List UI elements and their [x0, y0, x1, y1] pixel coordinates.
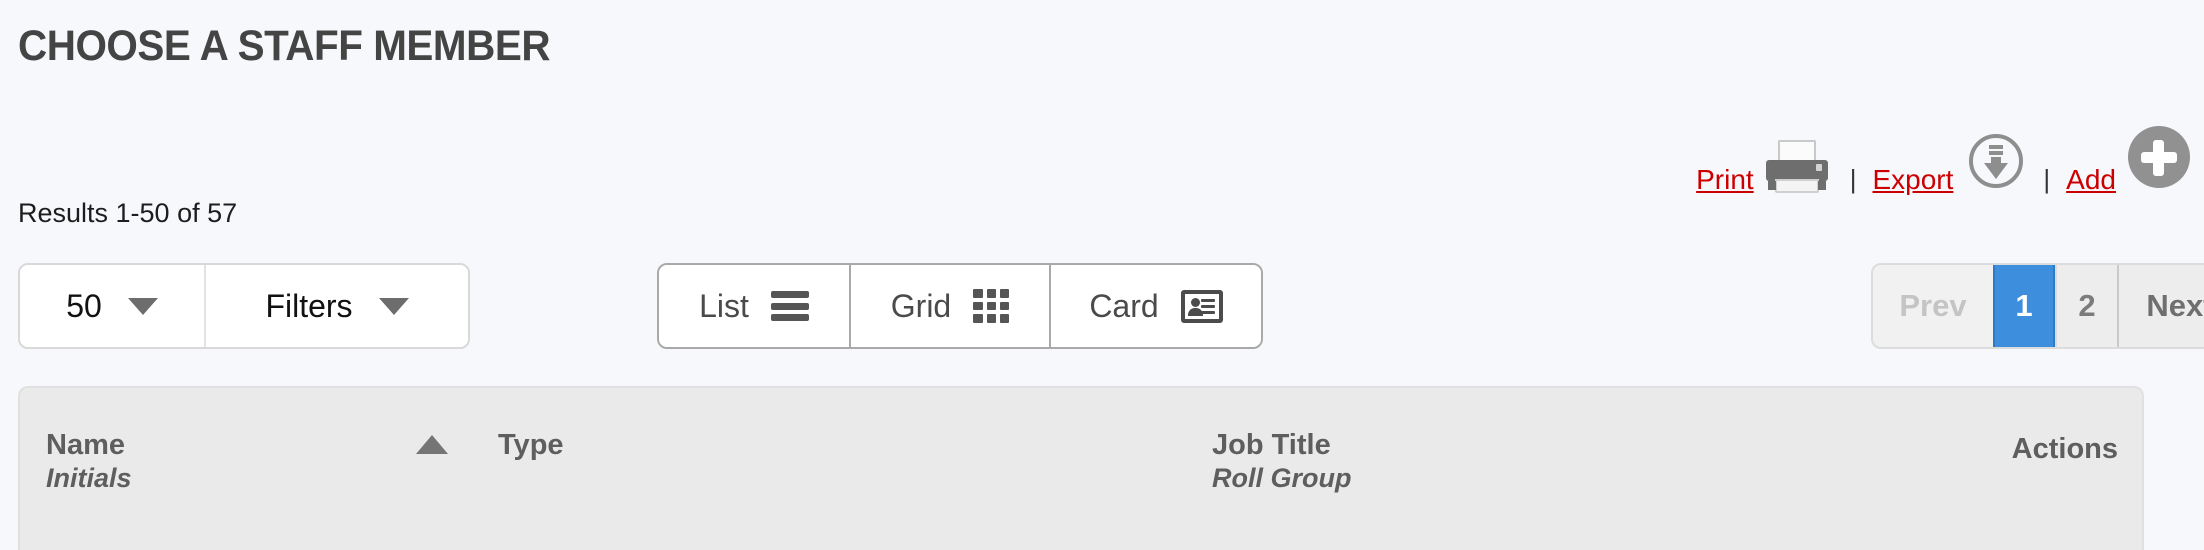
sort-ascending-icon[interactable]: [416, 435, 448, 454]
plus-circle-icon[interactable]: [2128, 126, 2190, 188]
column-header-actions-label: Actions: [2011, 433, 2118, 465]
pagination-next[interactable]: Next: [2117, 265, 2204, 347]
action-separator-1: |: [1849, 163, 1857, 194]
pagination: Prev 1 2 Next: [1871, 263, 2204, 349]
filters-label: Filters: [265, 287, 353, 324]
add-link[interactable]: Add: [2066, 166, 2116, 194]
view-switcher: List Grid Card: [657, 263, 1263, 349]
page-size-value: 50: [66, 287, 102, 324]
column-header-name-sublabel: Initials: [46, 463, 132, 494]
table-header-row: Name Initials Type Job Title Roll Group …: [18, 386, 2144, 550]
column-header-name-label: Name: [46, 429, 125, 461]
export-link[interactable]: Export: [1872, 166, 1953, 194]
page-size-dropdown[interactable]: 50: [20, 265, 204, 347]
results-count: Results 1-50 of 57: [18, 198, 238, 228]
view-button-card[interactable]: Card: [1049, 265, 1261, 347]
pagination-page-1[interactable]: 1: [1993, 265, 2055, 347]
page-title: CHOOSE A STAFF MEMBER: [18, 22, 551, 70]
dropdown-group: 50 Filters: [18, 263, 470, 349]
chevron-down-icon: [378, 297, 409, 315]
column-header-job-title-sublabel: Roll Group: [1212, 463, 1352, 494]
view-card-label: Card: [1089, 287, 1159, 324]
column-header-name[interactable]: Name Initials: [46, 428, 132, 495]
filters-dropdown[interactable]: Filters: [204, 265, 468, 347]
id-card-icon: [1180, 289, 1223, 323]
toolbar: 50 Filters List Grid Card Prev 1 2 Nex: [0, 263, 2204, 349]
grid-icon: [973, 289, 1010, 323]
print-link[interactable]: Print: [1696, 166, 1754, 194]
printer-icon[interactable]: [1765, 140, 1828, 196]
view-button-list[interactable]: List: [659, 265, 849, 347]
view-button-grid[interactable]: Grid: [849, 265, 1049, 347]
view-grid-label: Grid: [890, 287, 952, 324]
chevron-down-icon: [127, 297, 158, 315]
pagination-page-2[interactable]: 2: [2055, 265, 2117, 347]
column-header-job-title[interactable]: Job Title Roll Group: [1212, 428, 1351, 495]
download-circle-icon[interactable]: [1967, 132, 2025, 190]
column-header-type-label: Type: [498, 429, 564, 461]
column-header-type[interactable]: Type: [498, 428, 564, 462]
column-header-actions: Actions: [2012, 432, 2118, 466]
view-list-label: List: [699, 287, 749, 324]
actions-bar: Print | Export | Add: [1696, 126, 2190, 202]
column-header-job-title-label: Job Title: [1212, 429, 1331, 461]
pagination-prev[interactable]: Prev: [1873, 265, 1993, 347]
hamburger-icon: [770, 291, 809, 321]
action-separator-2: |: [2043, 163, 2051, 194]
